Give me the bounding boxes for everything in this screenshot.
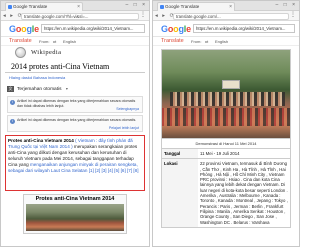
notice-text: Artikel ini dapat dikemas dengan teks ya… — [17, 118, 137, 122]
info-icon: i — [10, 100, 15, 105]
close-tab-icon[interactable]: × — [229, 3, 232, 11]
address-bar: ◂ ▸ ⟳ translate.google.com/?hl=vi&sl=...… — [1, 11, 149, 21]
crowd-band — [170, 92, 285, 106]
date-label: Tanggal — [162, 149, 198, 159]
chevron-down-icon: ▾ — [65, 86, 68, 91]
window-controls[interactable]: – □ × — [276, 2, 298, 8]
notice-link[interactable]: Pelajari lebih lanjut — [109, 126, 139, 131]
search-input[interactable]: https://en.m.wikipedia.org/wiki/2014_Vie… — [193, 24, 295, 33]
infobox-row-location: Lokasi 22 provinsi Vietnam, termasuk di … — [161, 159, 291, 228]
location-value[interactable]: 22 provinsi Vietnam, termasuk di Bình Dư… — [198, 159, 290, 227]
info-icon: i — [10, 119, 15, 124]
lang-from[interactable]: From: — [39, 37, 49, 46]
translate-label: Translate — [161, 38, 184, 44]
google-header: Google https://en.m.wikipedia.org/wiki/2… — [1, 21, 149, 37]
lang-from[interactable]: From: — [191, 37, 201, 46]
infobox: Protes anti-Cina Vietnam 2014 — [23, 194, 127, 234]
google-header: Google https://en.m.wikipedia.org/wiki/2… — [153, 21, 299, 37]
translate-label: Translate — [9, 38, 32, 44]
browser-tab[interactable]: Google Translate × — [157, 2, 235, 11]
translate-bar: Translate From: ⇄ English — [1, 37, 149, 46]
favicon-icon — [8, 5, 12, 9]
wikipedia-wordmark: Wikipedia — [31, 49, 62, 56]
protest-photo[interactable] — [26, 204, 124, 231]
google-logo: Google — [9, 24, 39, 34]
protest-sign — [222, 80, 240, 89]
lead-paragraph-highlight: Protes anti-Cina Vietnam 2014 ( Vietnam … — [5, 135, 145, 191]
swap-lang-icon[interactable]: ⇄ — [53, 37, 56, 46]
browser-tab[interactable]: Google Translate × — [5, 2, 83, 11]
lang-to[interactable]: English — [215, 37, 228, 46]
tab-strip: Google Translate × – □ × — [1, 1, 149, 11]
wikipedia-header: Wikipedia — [1, 46, 149, 60]
auto-translate-label: Terjemahan otomatis — [17, 87, 62, 92]
menu-icon[interactable]: ⋮ — [140, 11, 146, 20]
protest-photo[interactable] — [161, 49, 291, 139]
google-logo: Google — [161, 24, 191, 34]
location-label: Lokasi — [162, 159, 198, 227]
page-subtitle[interactable]: Hlaing daskd Bahasa Indonesia — [1, 73, 149, 82]
page-title: 2014 protes anti-Cina Vietnam — [5, 60, 145, 73]
swap-lang-icon[interactable]: ⇄ — [205, 37, 208, 46]
wikipedia-globe-icon — [15, 47, 26, 58]
url-field[interactable]: translate.google.com/?hl=vi&sl=... — [21, 12, 139, 20]
notice-box: i Artikel ini dapat dikemas dengan teks … — [7, 96, 143, 113]
translate-bar: Translate From: ⇄ English — [153, 37, 299, 46]
lead-bold: Protes anti-Cina Vietnam 2014 — [8, 138, 74, 143]
left-phone-screen: Google Translate × – □ × ◂ ▸ ⟳ translate… — [0, 0, 150, 247]
search-input[interactable]: https://en.m.wikipedia.org/wiki/2014_Vie… — [41, 24, 145, 33]
tab-title: Google Translate — [165, 4, 200, 9]
notice-link[interactable]: Selengkapnya — [116, 107, 139, 112]
photo-caption: Demonstrasi di Hanoi 11 Mei 2014 — [161, 139, 291, 149]
right-phone-screen: Google Translate × – □ × ◂ ▸ ⟳ translate… — [152, 0, 300, 247]
auto-translate-toggle[interactable]: 文 Terjemahan otomatis ▾ — [7, 84, 143, 94]
date-value: 11 Mei - 19 Juli 2014 — [200, 151, 240, 156]
tab-strip: Google Translate × – □ × — [153, 1, 299, 11]
crowd-band — [162, 108, 290, 126]
notice-box: i Artikel ini dapat dikemas dengan teks … — [7, 115, 143, 132]
infobox-title: Protes anti-Cina Vietnam 2014 — [35, 196, 115, 202]
menu-icon[interactable]: ⋮ — [290, 11, 296, 20]
url-field[interactable]: translate.google.com/... — [173, 12, 289, 20]
infobox-row-date: Tanggal 11 Mei - 19 Juli 2014 — [161, 149, 291, 160]
close-tab-icon[interactable]: × — [77, 3, 80, 11]
tab-title: Google Translate — [13, 4, 48, 9]
address-bar: ◂ ▸ ⟳ translate.google.com/... ⋮ — [153, 11, 299, 21]
window-controls[interactable]: – □ × — [126, 2, 148, 8]
translate-icon: 文 — [7, 86, 14, 92]
lang-to[interactable]: English — [63, 37, 76, 46]
favicon-icon — [160, 5, 164, 9]
lead-refs[interactable]: [1] [2] [3] [4] [5] [6] [7] [8] — [89, 168, 139, 173]
